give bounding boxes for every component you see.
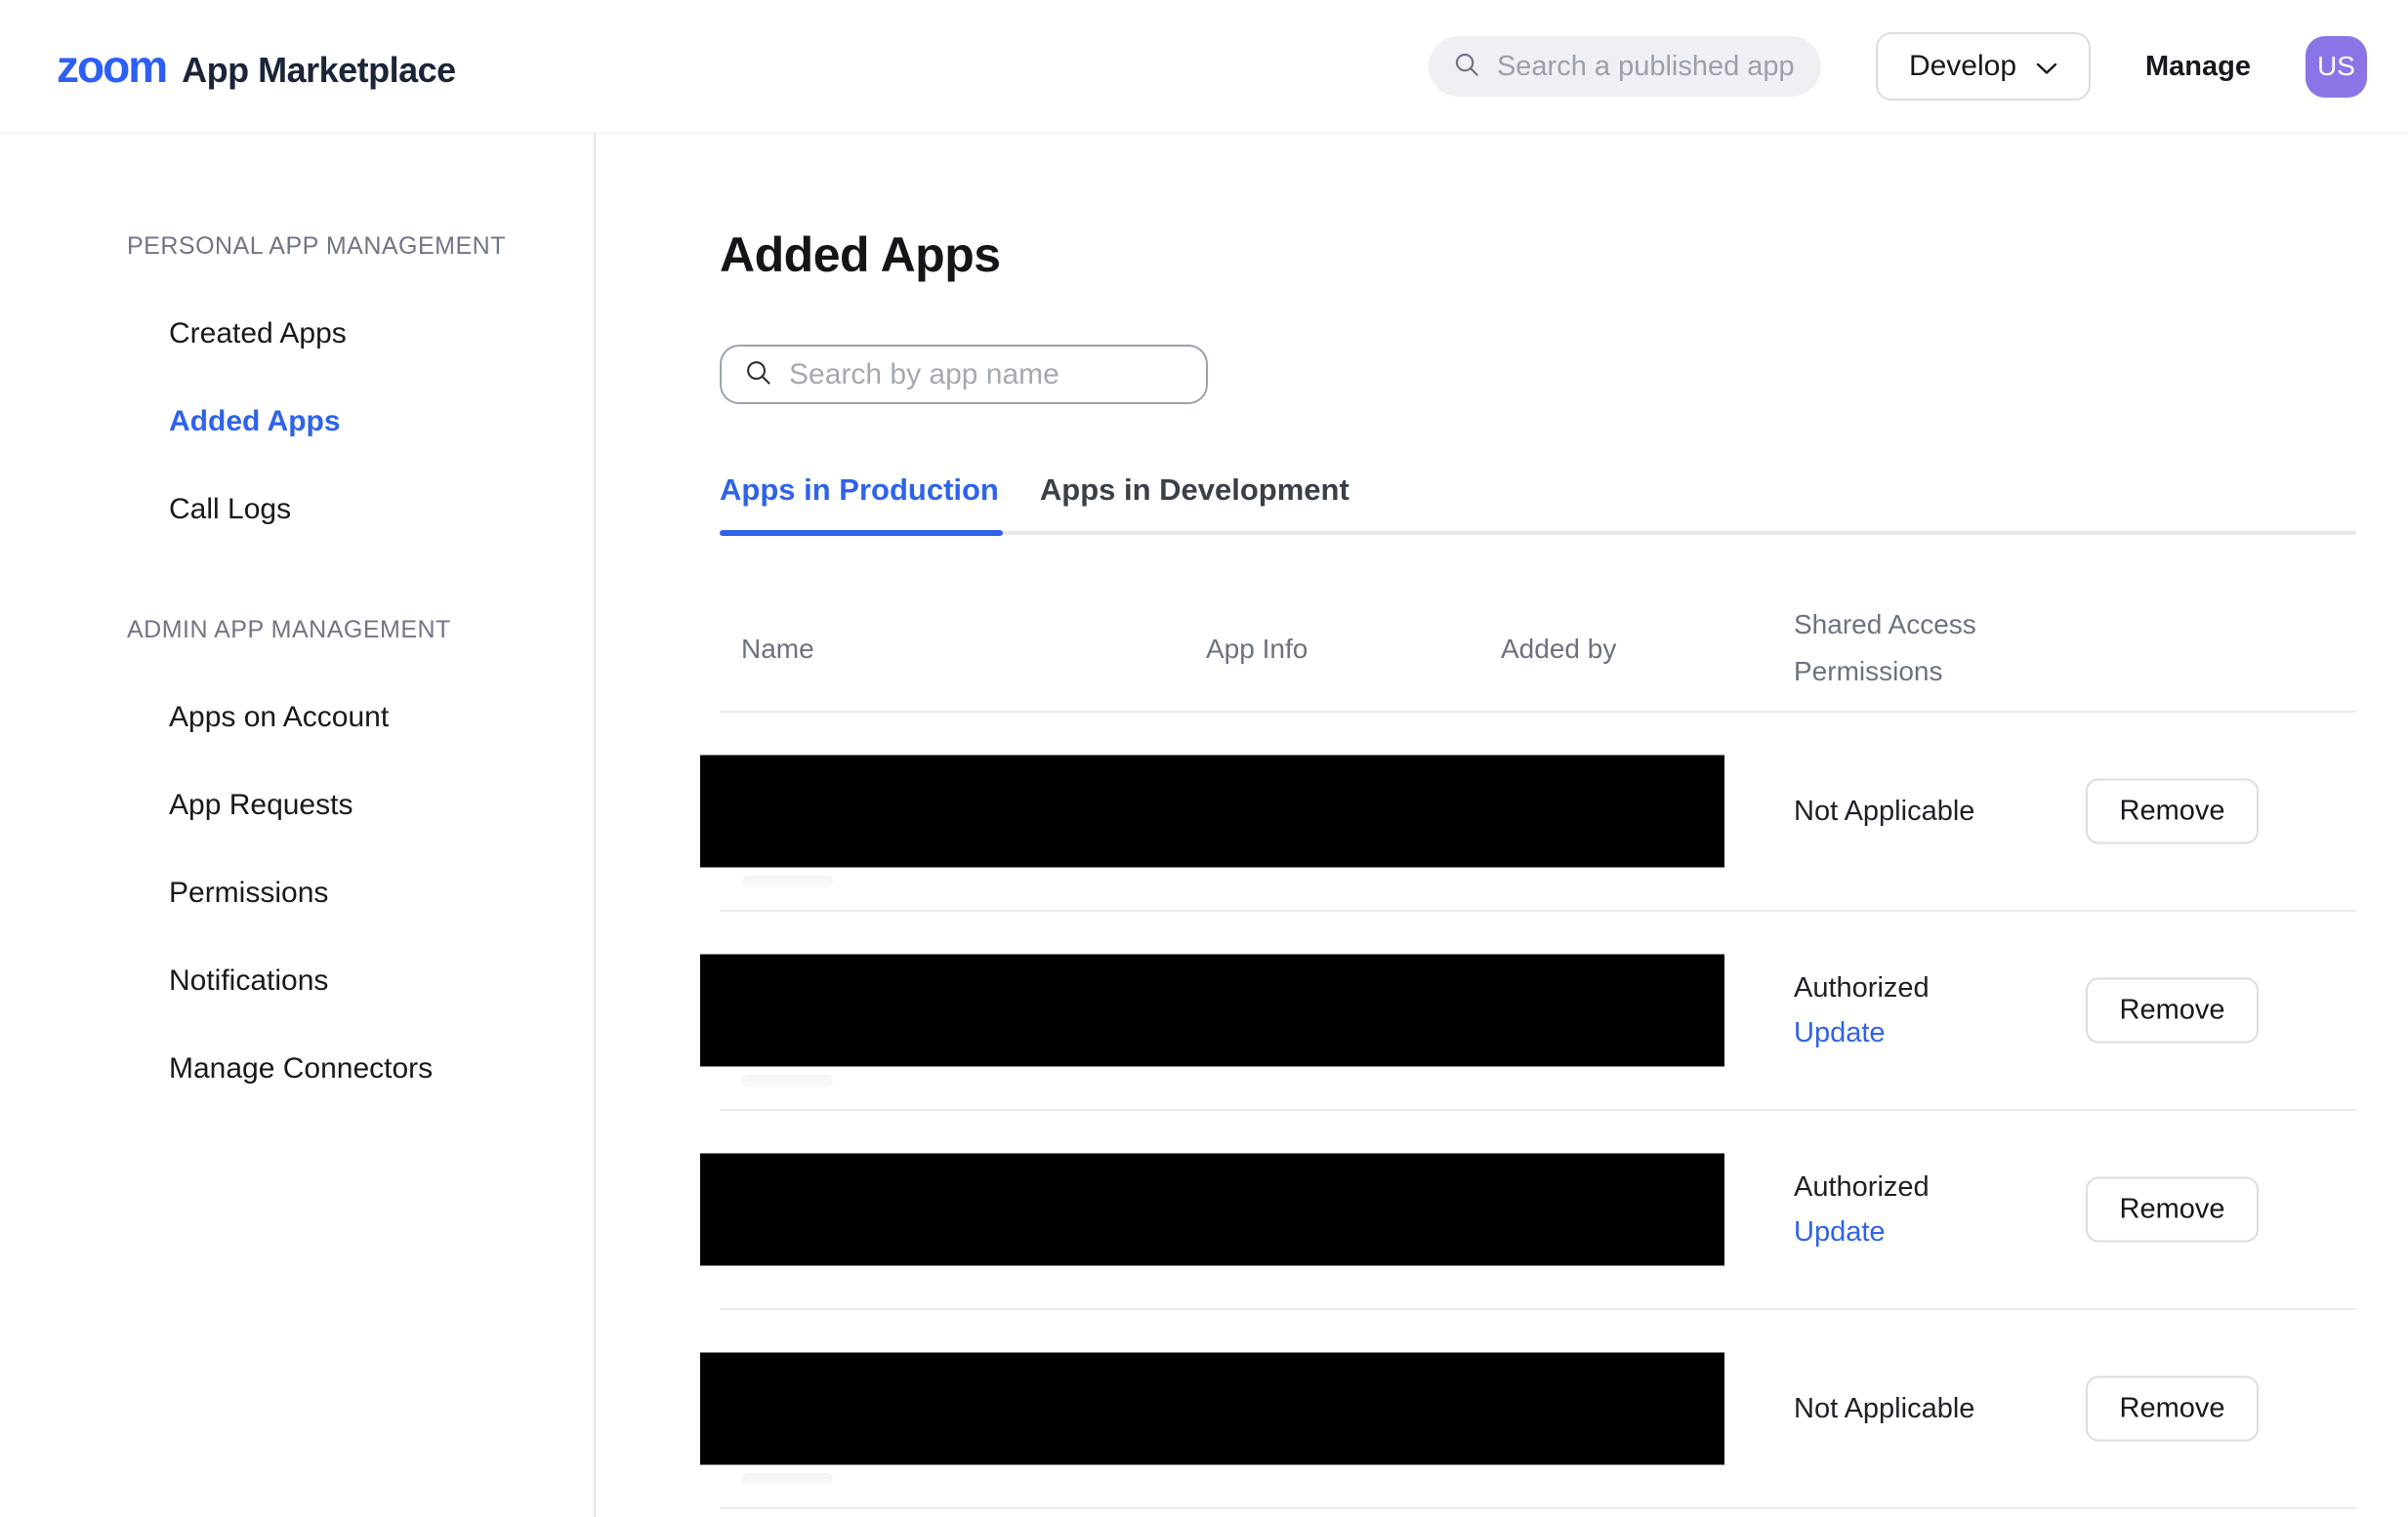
redaction-remnant [742,1473,833,1486]
redacted-app-details [700,1353,1724,1465]
shared-access-cell: Authorized Update [1794,1168,1930,1251]
manage-link[interactable]: Manage [2145,51,2251,83]
sidebar-section: ADMIN APP MANAGEMENT Apps on Account App… [127,615,594,1113]
sidebar: PERSONAL APP MANAGEMENT Created Apps Add… [0,134,596,1517]
table-row: Authorized Update Remove [720,1111,2356,1310]
column-header-added-by: Added by [1501,633,1616,666]
column-header-app-info: App Info [1206,633,1308,666]
shared-access-status: Authorized [1794,1168,1930,1207]
remove-button[interactable]: Remove [2086,779,2259,844]
main-content: Added Apps Apps in Production Apps in De… [596,134,2408,1517]
develop-button-label: Develop [1909,50,2016,83]
page-title: Added Apps [720,226,2356,283]
sidebar-item-manage-connectors[interactable]: Manage Connectors [127,1025,594,1113]
published-app-search-input[interactable] [1497,51,1798,83]
avatar[interactable]: US [2305,36,2367,98]
sidebar-item-permissions[interactable]: Permissions [127,849,594,937]
top-header: zoom App Marketplace Develop Manage US [0,0,2408,134]
shared-access-cell: Not Applicable [1794,1389,1974,1428]
redaction-remnant [742,1075,833,1087]
sidebar-item-apps-on-account[interactable]: Apps on Account [127,674,594,761]
table-row: Not Applicable Remove [720,713,2356,912]
remove-button[interactable]: Remove [2086,1177,2259,1243]
sidebar-item-app-requests[interactable]: App Requests [127,761,594,849]
tab-apps-in-production[interactable]: Apps in Production [720,472,999,535]
redacted-app-details [700,955,1724,1067]
column-header-name: Name [741,633,814,666]
sidebar-section: PERSONAL APP MANAGEMENT Created Apps Add… [127,231,594,554]
search-icon [743,357,773,392]
table-row: Authorized Update Remove [720,912,2356,1111]
marketplace-title: App Marketplace [182,50,456,91]
sidebar-item-call-logs[interactable]: Call Logs [127,466,594,554]
sidebar-section-title: ADMIN APP MANAGEMENT [127,615,594,644]
shared-access-status: Not Applicable [1794,792,1974,831]
apps-table-body: Not Applicable Remove Authorized Update … [720,713,2356,1509]
chevron-down-icon [2036,50,2057,83]
redacted-app-details [700,756,1724,868]
table-row: Not Applicable Remove [720,1310,2356,1509]
column-header-shared-access-permissions: Shared Access Permissions [1794,601,1999,695]
update-link[interactable]: Update [1794,1212,1930,1251]
header-actions: Develop Manage US [1429,32,2367,101]
remove-button[interactable]: Remove [2086,1376,2259,1442]
redacted-app-details [700,1154,1724,1266]
sidebar-section-title: PERSONAL APP MANAGEMENT [127,231,594,261]
zoom-wordmark: zoom [57,40,166,93]
update-link[interactable]: Update [1794,1013,1930,1052]
sidebar-item-notifications[interactable]: Notifications [127,937,594,1025]
app-name-search-input[interactable] [789,358,1184,391]
sidebar-item-created-apps[interactable]: Created Apps [127,290,594,378]
published-app-search[interactable] [1429,36,1821,97]
develop-button[interactable]: Develop [1876,32,2091,101]
search-icon [1452,50,1481,84]
shared-access-cell: Not Applicable [1794,792,1974,831]
shared-access-status: Authorized [1794,968,1930,1007]
app-name-search[interactable] [720,345,1208,404]
app-logo[interactable]: zoom App Marketplace [57,40,456,93]
sidebar-item-added-apps[interactable]: Added Apps [127,378,594,466]
shared-access-status: Not Applicable [1794,1389,1974,1428]
tabs: Apps in Production Apps in Development [720,472,2356,535]
table-header-row: Name App Info Added by Shared Access Per… [720,535,2356,713]
shared-access-cell: Authorized Update [1794,968,1930,1052]
sidebar-sections: PERSONAL APP MANAGEMENT Created Apps Add… [127,231,594,1113]
tab-apps-in-development[interactable]: Apps in Development [1040,472,1349,535]
redaction-remnant [742,876,833,888]
remove-button[interactable]: Remove [2086,978,2259,1044]
